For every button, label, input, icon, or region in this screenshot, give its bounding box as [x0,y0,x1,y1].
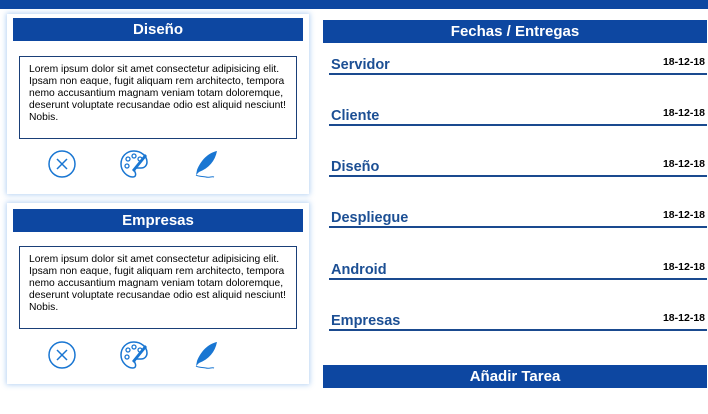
date-label[interactable]: Servidor [331,57,390,73]
card-actions [7,339,309,373]
card-diseno: Diseño Lorem ipsum dolor sit amet consec… [7,14,309,194]
close-circle-icon[interactable] [46,339,78,371]
card-title: Diseño [13,18,303,41]
date-value: 18-12-18 [662,209,705,221]
feather-icon[interactable] [190,339,222,371]
card-empresas: Empresas Lorem ipsum dolor sit amet cons… [7,203,309,384]
date-value: 18-12-18 [662,56,705,68]
palette-icon[interactable] [118,339,150,371]
add-task-header: Añadir Tarea [323,365,707,388]
date-row-empresas[interactable]: Empresas 18-12-18 [329,309,707,331]
date-value: 18-12-18 [662,107,705,119]
card-title: Empresas [13,209,303,232]
date-label[interactable]: Diseño [331,159,379,175]
date-value: 18-12-18 [662,261,705,273]
palette-icon[interactable] [118,148,150,180]
date-row-servidor[interactable]: Servidor 18-12-18 [329,53,707,75]
card-description: Lorem ipsum dolor sit amet consectetur a… [19,246,297,329]
close-circle-icon[interactable] [46,148,78,180]
date-row-despliegue[interactable]: Despliegue 18-12-18 [329,206,707,228]
date-row-diseno[interactable]: Diseño 18-12-18 [329,155,707,177]
date-label[interactable]: Despliegue [331,210,408,226]
date-value: 18-12-18 [662,312,705,324]
date-row-cliente[interactable]: Cliente 18-12-18 [329,104,707,126]
date-row-android[interactable]: Android 18-12-18 [329,258,707,280]
card-description: Lorem ipsum dolor sit amet consectetur a… [19,56,297,139]
date-label[interactable]: Empresas [331,313,400,329]
feather-icon[interactable] [190,148,222,180]
card-actions [7,148,309,182]
top-bar [0,0,708,9]
date-value: 18-12-18 [662,158,705,170]
dates-header: Fechas / Entregas [323,20,707,43]
date-label[interactable]: Cliente [331,108,379,124]
date-label[interactable]: Android [331,262,387,278]
